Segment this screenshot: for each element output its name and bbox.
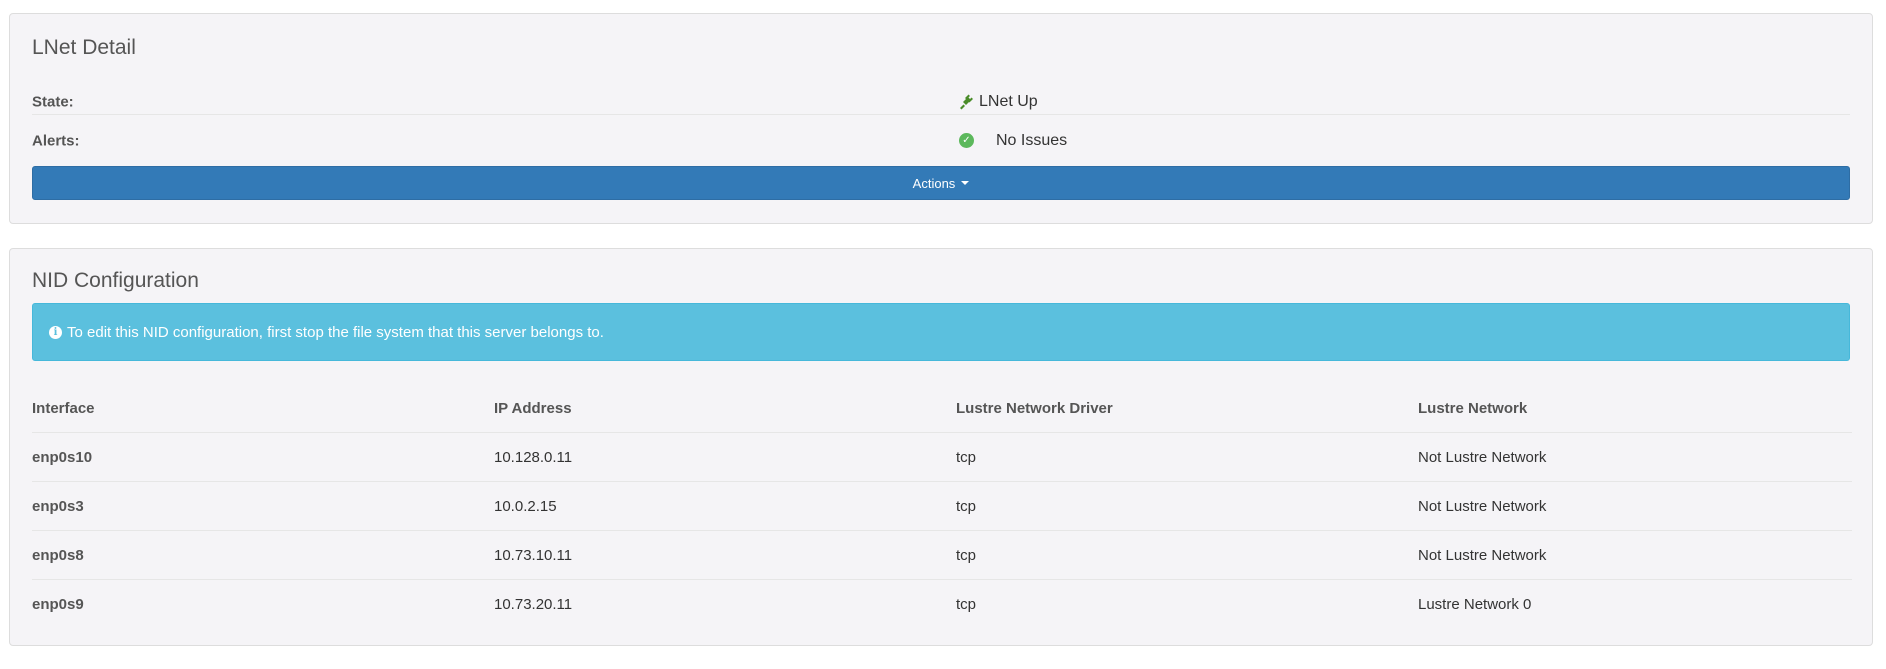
driver-cell: tcp xyxy=(956,432,1418,482)
interface-cell: enp0s3 xyxy=(32,481,494,531)
ip-cell: 10.73.20.11 xyxy=(494,579,956,628)
column-header-lustre-network: Lustre Network xyxy=(1418,399,1528,417)
column-header-ip-address: IP Address xyxy=(494,399,572,417)
actions-label: Actions xyxy=(912,175,956,191)
network-cell: Not Lustre Network xyxy=(1418,481,1852,531)
interface-cell: enp0s10 xyxy=(32,432,494,482)
actions-dropdown-button[interactable]: Actions xyxy=(32,166,1850,200)
column-header-interface: Interface xyxy=(32,399,95,417)
network-cell: Not Lustre Network xyxy=(1418,432,1852,482)
network-cell: Not Lustre Network xyxy=(1418,530,1852,580)
nid-configuration-panel: NID Configuration i To edit this NID con… xyxy=(9,248,1873,646)
state-label: State: xyxy=(32,93,74,111)
alerts-label: Alerts: xyxy=(32,132,80,149)
plug-icon xyxy=(957,93,975,111)
interface-cell: enp0s9 xyxy=(32,579,494,628)
check-circle-icon: ✓ xyxy=(959,133,974,148)
driver-cell: tcp xyxy=(956,579,1418,628)
table-header-row: Interface IP Address Lustre Network Driv… xyxy=(32,384,1852,433)
driver-cell: tcp xyxy=(956,530,1418,580)
table-row: enp0s8 10.73.10.11 tcp Not Lustre Networ… xyxy=(32,530,1852,580)
lnet-detail-title: LNet Detail xyxy=(32,36,136,59)
info-alert: i To edit this NID configuration, first … xyxy=(32,303,1850,361)
ip-cell: 10.0.2.15 xyxy=(494,481,956,531)
caret-down-icon xyxy=(961,181,970,185)
nid-configuration-title: NID Configuration xyxy=(32,269,199,292)
table-row: enp0s9 10.73.20.11 tcp Lustre Network 0 xyxy=(32,579,1852,628)
ip-cell: 10.73.10.11 xyxy=(494,530,956,580)
alerts-value: ✓ No Issues xyxy=(957,132,1067,150)
alerts-row: Alerts: ✓ No Issues xyxy=(32,114,1850,166)
info-circle-icon: i xyxy=(49,325,62,339)
driver-cell: tcp xyxy=(956,481,1418,531)
state-value: LNet Up xyxy=(957,93,1038,111)
nid-table: Interface IP Address Lustre Network Driv… xyxy=(32,384,1852,628)
column-header-driver: Lustre Network Driver xyxy=(956,399,1113,417)
interface-cell: enp0s8 xyxy=(32,530,494,580)
table-row: enp0s3 10.0.2.15 tcp Not Lustre Network xyxy=(32,481,1852,531)
alerts-value-text: No Issues xyxy=(996,131,1068,149)
ip-cell: 10.128.0.11 xyxy=(494,432,956,482)
info-alert-text: To edit this NID configuration, first st… xyxy=(67,323,604,341)
lnet-detail-panel: LNet Detail State: LNet Up Alerts: ✓ No … xyxy=(9,13,1873,224)
state-value-text: LNet Up xyxy=(979,93,1038,110)
network-cell: Lustre Network 0 xyxy=(1418,579,1852,628)
table-row: enp0s10 10.128.0.11 tcp Not Lustre Netwo… xyxy=(32,432,1852,482)
